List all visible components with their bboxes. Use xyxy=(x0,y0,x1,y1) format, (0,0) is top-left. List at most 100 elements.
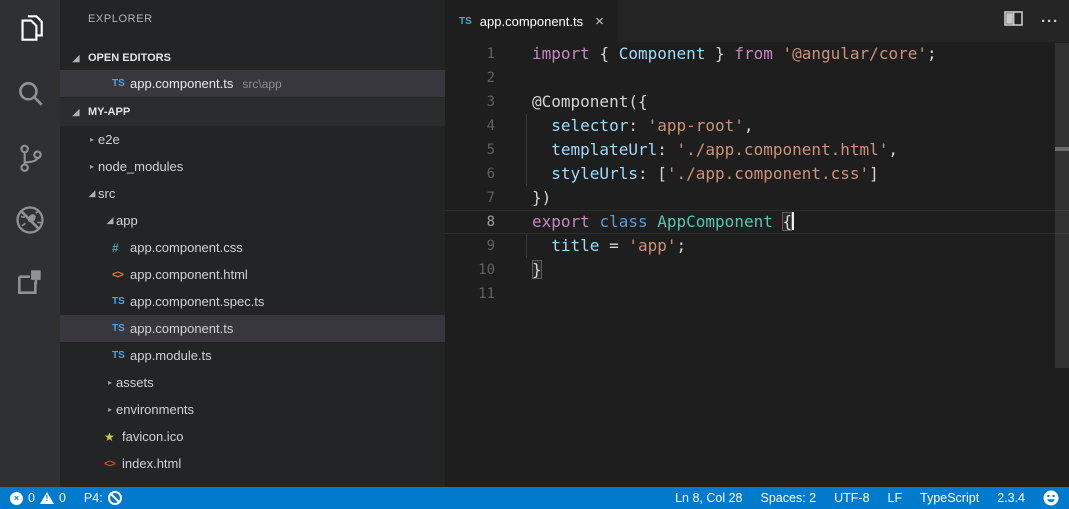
line-text: selector: 'app-root', xyxy=(532,114,754,138)
tree-item-src[interactable]: ◢src xyxy=(60,180,445,207)
code-token: './app.component.css' xyxy=(667,164,869,183)
tree-item-environments[interactable]: ▸environments xyxy=(60,396,445,423)
warning-icon: ! xyxy=(40,492,54,504)
code-token: '@angular/core' xyxy=(782,44,927,63)
editor-scrollbar[interactable] xyxy=(1055,43,1069,368)
status-problems[interactable]: ×0!0 xyxy=(10,491,66,505)
code-token xyxy=(705,44,715,63)
code-line-5[interactable]: 5 templateUrl: './app.component.html', xyxy=(445,138,1069,162)
tree-item-node_modules[interactable]: ▸node_modules xyxy=(60,153,445,180)
sidebar-title: EXPLORER xyxy=(88,13,153,25)
line-number: 8 xyxy=(445,211,495,233)
typescript-file-icon: TS xyxy=(112,78,130,89)
explorer-icon[interactable] xyxy=(0,6,60,50)
tree-item-index.html[interactable]: <>index.html xyxy=(60,450,445,477)
code-token: class xyxy=(599,212,647,231)
tree-item-e2e[interactable]: ▸e2e xyxy=(60,126,445,153)
code-token: : [ xyxy=(638,164,667,183)
code-token: : xyxy=(628,116,647,135)
open-editors-header[interactable]: ◢ OPEN EDITORS xyxy=(60,45,445,71)
tree-item-app.component.spec.ts[interactable]: TSapp.component.spec.ts xyxy=(60,288,445,315)
tree-item-app[interactable]: ◢app xyxy=(60,207,445,234)
code-token: = xyxy=(599,236,628,255)
extensions-icon[interactable] xyxy=(0,260,60,304)
line-number: 6 xyxy=(445,162,495,186)
tree-item-label: src xyxy=(98,186,115,201)
tree-item-label: assets xyxy=(116,375,154,390)
line-number: 3 xyxy=(445,90,495,114)
code-token xyxy=(532,164,551,183)
split-editor-icon[interactable] xyxy=(1004,11,1023,31)
code-line-10[interactable]: 10} xyxy=(445,258,1069,282)
status-text: Ln 8, Col 28 xyxy=(675,491,742,505)
open-editor-item[interactable]: TS app.component.ts src\app xyxy=(60,70,445,97)
chevron-expanded-icon: ◢ xyxy=(86,188,98,199)
line-text: styleUrls: ['./app.component.css'] xyxy=(532,162,879,186)
line-text: @Component({ xyxy=(532,90,648,114)
file-tree: ▸e2e▸node_modules◢src◢app#app.component.… xyxy=(60,126,445,477)
code-editor[interactable]: 1import { Component } from '@angular/cor… xyxy=(445,42,1069,487)
tab-app-component-ts[interactable]: TS app.component.ts × xyxy=(445,0,618,42)
status-cursor-position[interactable]: Ln 8, Col 28 xyxy=(675,491,742,505)
line-text: export class AppComponent { xyxy=(532,211,794,233)
code-token: selector xyxy=(551,116,628,135)
star-file-icon: ★ xyxy=(104,430,122,444)
overview-ruler-marker xyxy=(1055,147,1069,151)
source-control-icon[interactable] xyxy=(0,136,60,180)
code-token xyxy=(648,212,658,231)
ts-file-icon: TS xyxy=(112,350,130,361)
status-text: 0 xyxy=(28,491,35,505)
tree-item-app.module.ts[interactable]: TSapp.module.ts xyxy=(60,342,445,369)
tree-item-label: app xyxy=(116,213,138,228)
code-line-7[interactable]: 7}) xyxy=(445,186,1069,210)
search-icon[interactable] xyxy=(0,72,60,116)
ts-file-icon: TS xyxy=(112,323,130,334)
debug-icon[interactable] xyxy=(0,198,60,242)
error-icon: × xyxy=(10,492,23,505)
code-line-2[interactable]: 2 xyxy=(445,66,1069,90)
more-actions-icon[interactable]: ··· xyxy=(1041,13,1059,30)
tree-item-favicon.ico[interactable]: ★favicon.ico xyxy=(60,423,445,450)
editor-group: TS app.component.ts × ··· 1import { Comp… xyxy=(445,0,1069,487)
indent-guide xyxy=(526,162,527,186)
code-token: import xyxy=(532,44,599,63)
code-token: styleUrls xyxy=(551,164,638,183)
tree-item-app.component.html[interactable]: <>app.component.html xyxy=(60,261,445,288)
status-encoding[interactable]: UTF-8 xyxy=(834,491,869,505)
status-ts-version[interactable]: 2.3.4 xyxy=(997,491,1025,505)
chevron-collapsed-icon: ▸ xyxy=(104,405,116,414)
status-text: 2.3.4 xyxy=(997,491,1025,505)
indent-guide xyxy=(526,114,527,138)
code-token: 'app-root' xyxy=(648,116,744,135)
close-icon[interactable]: × xyxy=(595,14,604,29)
tree-item-label: app.component.html xyxy=(130,267,248,282)
status-eol[interactable]: LF xyxy=(888,491,903,505)
css-file-icon: # xyxy=(112,241,130,255)
code-line-9[interactable]: 9 title = 'app'; xyxy=(445,234,1069,258)
status-feedback[interactable] xyxy=(1043,490,1059,506)
tree-item-label: favicon.ico xyxy=(122,429,183,444)
code-token: ] xyxy=(869,164,879,183)
tree-item-app.component.ts[interactable]: TSapp.component.ts xyxy=(60,315,445,342)
smiley-icon xyxy=(1043,490,1059,506)
code-line-6[interactable]: 6 styleUrls: ['./app.component.css'] xyxy=(445,162,1069,186)
tree-item-app.component.css[interactable]: #app.component.css xyxy=(60,234,445,261)
project-section-header[interactable]: ◢ MY-APP xyxy=(60,98,445,126)
code-line-1[interactable]: 1import { Component } from '@angular/cor… xyxy=(445,42,1069,66)
code-line-8[interactable]: 8 export class AppComponent { xyxy=(445,210,1069,234)
status-indentation[interactable]: Spaces: 2 xyxy=(761,491,817,505)
code-line-4[interactable]: 4 selector: 'app-root', xyxy=(445,114,1069,138)
indent-guide xyxy=(526,138,527,162)
status-text: LF xyxy=(888,491,903,505)
code-token: @Component({ xyxy=(532,92,648,111)
code-line-11[interactable]: 11 xyxy=(445,282,1069,306)
code-token: AppComponent xyxy=(657,212,773,231)
code-line-3[interactable]: 3 @Component({ xyxy=(445,90,1069,114)
open-editor-path: src\app xyxy=(242,77,281,91)
tree-item-assets[interactable]: ▸assets xyxy=(60,369,445,396)
status-language-mode[interactable]: TypeScript xyxy=(920,491,979,505)
status-text: P4: xyxy=(84,491,103,505)
status-perforce[interactable]: P4: xyxy=(84,491,122,505)
code-token: }) xyxy=(532,188,551,207)
chevron-expanded-icon: ◢ xyxy=(70,53,82,64)
